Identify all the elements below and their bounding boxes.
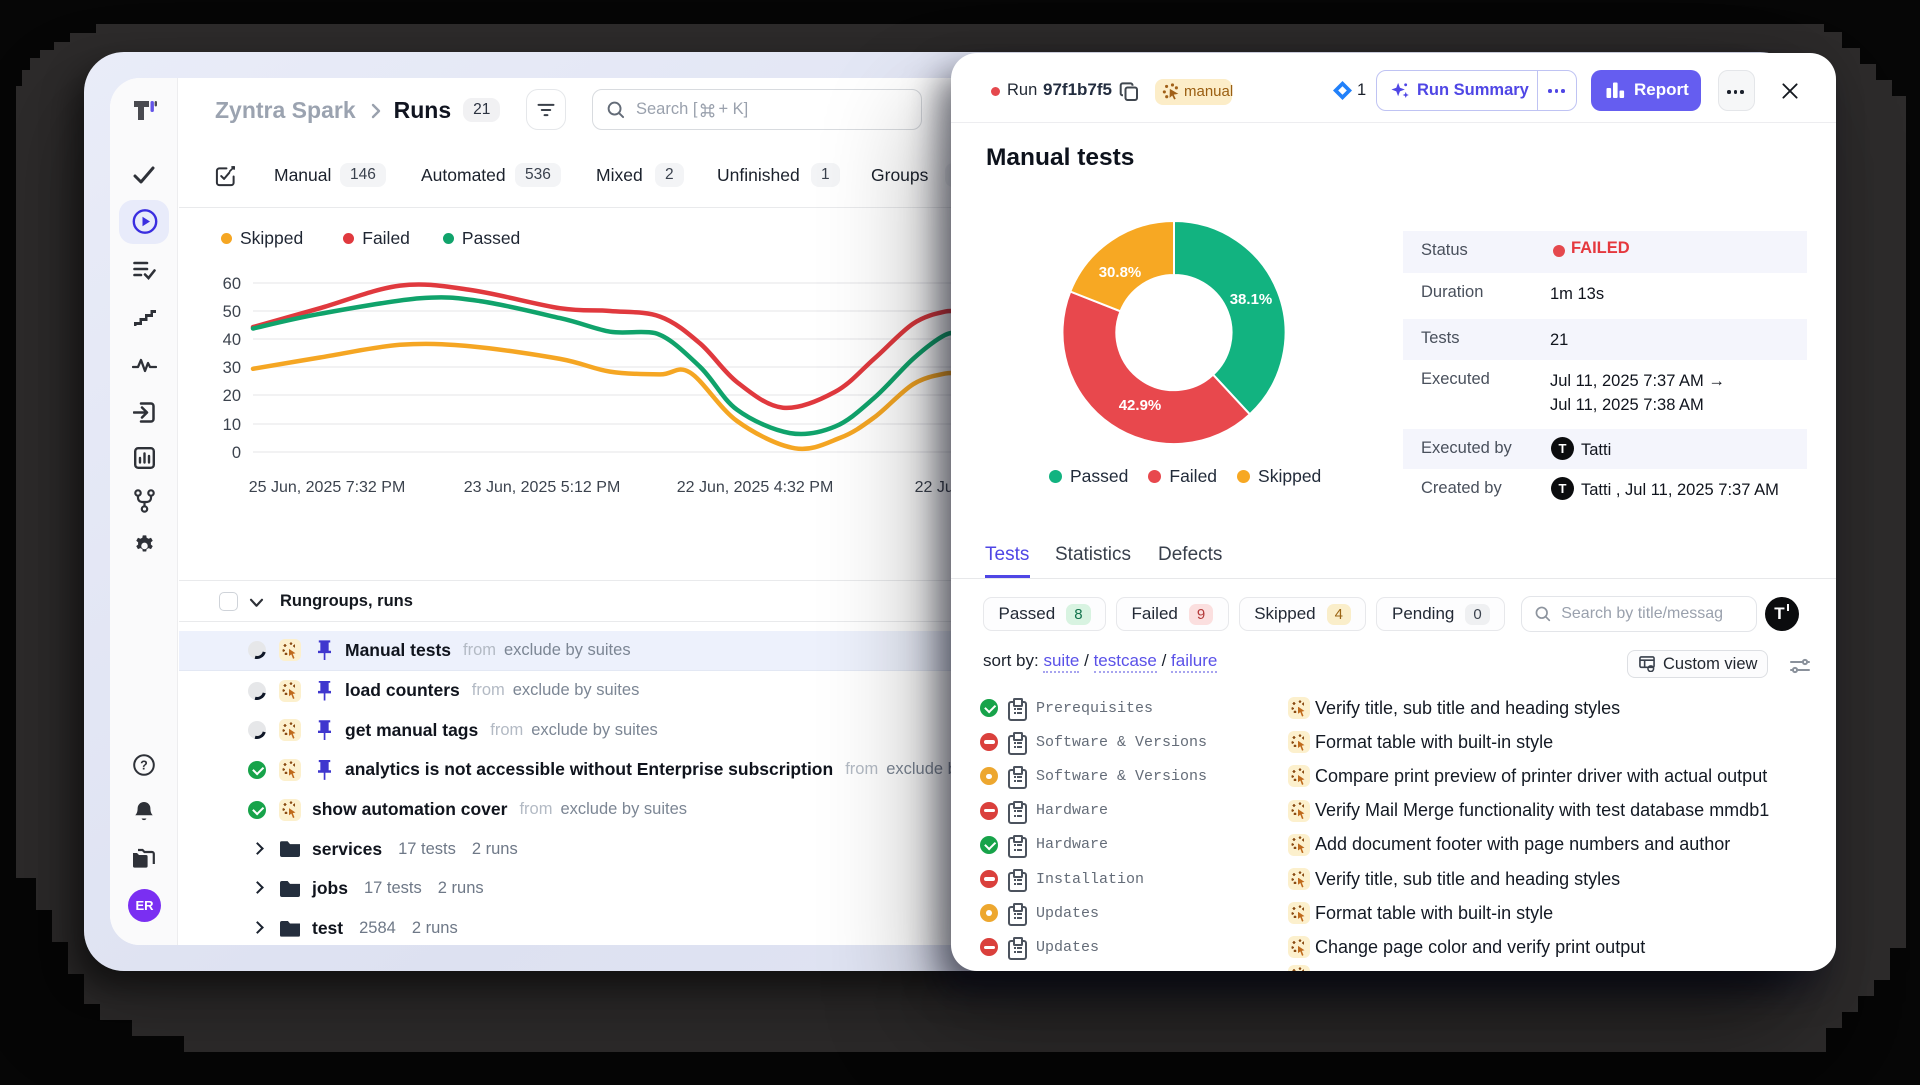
svg-text:50: 50 <box>223 303 241 321</box>
svg-text:38.1%: 38.1% <box>1230 291 1273 308</box>
svg-text:10: 10 <box>223 416 241 434</box>
svg-text:25 Jun, 2025 7:32 PM: 25 Jun, 2025 7:32 PM <box>249 479 406 496</box>
svg-text:?: ? <box>140 759 148 773</box>
svg-text:40: 40 <box>223 331 241 349</box>
svg-text:0: 0 <box>232 444 241 462</box>
svg-text:30.8%: 30.8% <box>1099 264 1142 281</box>
svg-text:23 Jun, 2025 5:12 PM: 23 Jun, 2025 5:12 PM <box>464 479 621 496</box>
svg-text:42.9%: 42.9% <box>1119 397 1162 414</box>
svg-text:20: 20 <box>223 387 241 405</box>
svg-text:60: 60 <box>223 275 241 293</box>
svg-text:22 Jun, 2025 4:32 PM: 22 Jun, 2025 4:32 PM <box>677 479 834 496</box>
svg-text:30: 30 <box>223 359 241 377</box>
